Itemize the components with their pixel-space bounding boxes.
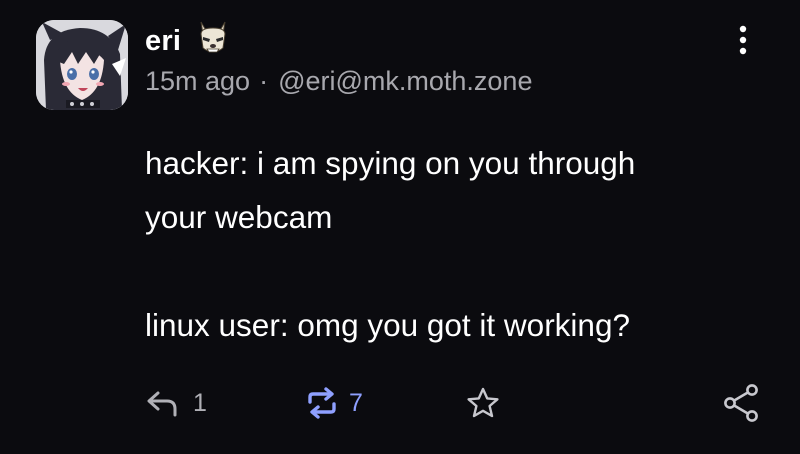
share-icon — [722, 383, 760, 423]
avatar[interactable] — [36, 20, 128, 110]
author-name[interactable]: eri — [145, 25, 181, 58]
post-actions: 1 7 — [0, 381, 800, 425]
name-row: eri — [145, 18, 532, 64]
reply-icon — [145, 388, 181, 418]
renote-button[interactable]: 7 — [305, 381, 363, 425]
post-text-line: your webcam — [145, 199, 333, 235]
share-button[interactable] — [722, 381, 760, 425]
meta-row: 15m ago · @eri@mk.moth.zone — [145, 66, 532, 97]
post-text-line: hacker: i am spying on you through — [145, 145, 636, 181]
post-header: eri 15m ago · @eri@mk.moth.zone — [145, 18, 532, 97]
post-text-line — [145, 244, 765, 298]
post-text-line: linux user: omg you got it working? — [145, 307, 630, 343]
reply-count: 1 — [193, 388, 207, 417]
author-emoji-icon — [193, 18, 233, 58]
timestamp[interactable]: 15m ago — [145, 66, 250, 97]
author-handle[interactable]: @eri@mk.moth.zone — [278, 66, 532, 97]
meta-separator: · — [259, 66, 269, 96]
renote-icon — [305, 386, 339, 420]
post-card: eri 15m ago · @eri@mk.moth.zone hacker: … — [0, 0, 800, 454]
post-content: hacker: i am spying on you through your … — [145, 136, 765, 352]
react-button[interactable] — [465, 381, 501, 425]
renote-count: 7 — [349, 388, 363, 417]
star-icon — [465, 386, 501, 420]
reply-button[interactable]: 1 — [145, 381, 207, 425]
more-vertical-icon[interactable] — [731, 24, 755, 56]
